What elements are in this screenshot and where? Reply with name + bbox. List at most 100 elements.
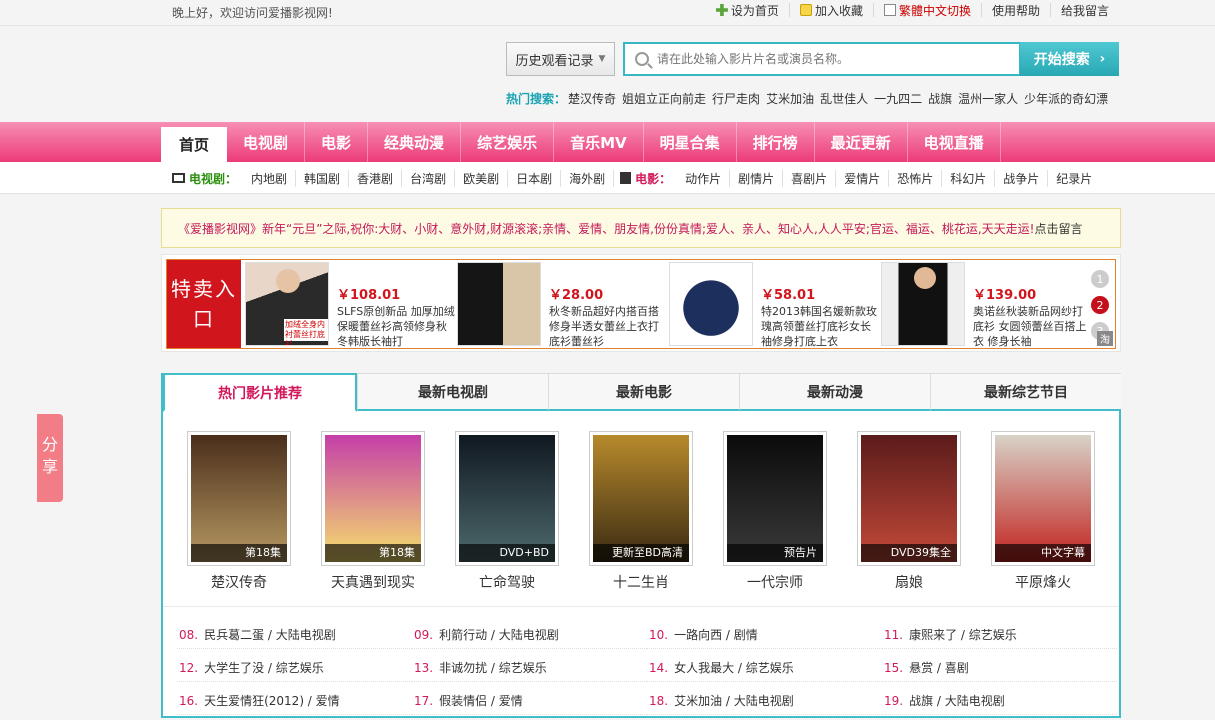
sale-product[interactable]: 加绒全身内衬蕾丝打底衫 ￥108.01 SLFS原创新品 加厚加绒保暖蕾丝衫高领修…	[245, 262, 457, 348]
hot-term[interactable]: 少年派的奇幻漂	[1024, 90, 1108, 107]
list-item[interactable]: 15. 悬赏 / 喜剧	[882, 654, 1117, 682]
poster-image: 第18集	[325, 435, 421, 562]
nav-updates[interactable]: 最近更新	[815, 122, 908, 162]
nav-anime[interactable]: 经典动漫	[368, 122, 462, 162]
subnav-tv-item[interactable]: 台湾剧	[402, 169, 456, 187]
carousel-dot[interactable]: 1	[1091, 270, 1109, 288]
movie-title: 平原烽火	[1015, 575, 1071, 591]
tab-latest-variety[interactable]: 最新综艺节目	[930, 374, 1121, 411]
subnav-film-item[interactable]: 喜剧片	[783, 169, 837, 187]
share-button[interactable]: 分享	[37, 414, 63, 502]
hot-term[interactable]: 艾米加油	[766, 90, 814, 107]
movie-card[interactable]: 更新至BD高清 十二生肖	[589, 431, 693, 592]
search-button[interactable]: 开始搜索 ›	[1020, 42, 1119, 76]
taobao-badge: 淘	[1097, 331, 1113, 346]
nav-live[interactable]: 电视直播	[908, 122, 1001, 162]
subnav-tv-item[interactable]: 海外剧	[561, 169, 615, 187]
nav-tv[interactable]: 电视剧	[227, 122, 306, 162]
nav-variety[interactable]: 综艺娱乐	[461, 122, 555, 162]
subnav-film-item[interactable]: 恐怖片	[889, 169, 943, 187]
nav-home[interactable]: 首页	[161, 127, 228, 162]
movie-poster: 第18集	[187, 431, 291, 566]
list-item[interactable]: 19. 战旗 / 大陆电视剧	[882, 687, 1117, 715]
list-item[interactable]: 12. 大学生了没 / 综艺娱乐	[177, 654, 412, 682]
list-item[interactable]: 17. 假装情侣 / 爱情	[412, 687, 647, 715]
chevron-down-icon: ▼	[598, 54, 606, 64]
poster-image: 第18集	[191, 435, 287, 562]
subnav-tv-item[interactable]: 欧美剧	[455, 169, 509, 187]
list-item[interactable]: 16. 天生爱情狂(2012) / 爱情	[177, 687, 412, 715]
carousel-dot-active[interactable]: 2	[1091, 296, 1109, 314]
subnav-tv-item[interactable]: 韩国剧	[296, 169, 350, 187]
list-item[interactable]: 11. 康熙来了 / 综艺娱乐	[882, 621, 1117, 649]
list-item[interactable]: 09. 利箭行动 / 大陆电视剧	[412, 621, 647, 649]
tab-hot-movies[interactable]: 热门影片推荐	[163, 373, 357, 412]
product-price: ￥108.01	[337, 288, 401, 303]
hot-term[interactable]: 战旗	[928, 90, 952, 107]
subnav-tv-item[interactable]: 日本剧	[508, 169, 562, 187]
movie-card[interactable]: DVD+BD 亡命驾驶	[455, 431, 559, 592]
subnav-film-item[interactable]: 剧情片	[730, 169, 784, 187]
add-favorite-link[interactable]: 加入收藏	[790, 3, 874, 18]
movie-poster: 第18集	[321, 431, 425, 566]
subnav-film-item[interactable]: 动作片	[677, 169, 731, 187]
document-icon	[883, 4, 896, 16]
hot-term[interactable]: 楚汉传奇	[568, 90, 616, 107]
product-desc: 秋冬新品超好内搭百搭修身半透女蕾丝上衣打底衫蕾丝衫	[549, 305, 659, 348]
movie-card[interactable]: DVD39集全 扇娘	[857, 431, 961, 592]
hot-term[interactable]: 一九四二	[874, 90, 922, 107]
nav-movie[interactable]: 电影	[305, 122, 369, 162]
nav-stars[interactable]: 明星合集	[644, 122, 737, 162]
notice-banner[interactable]: 《爱播影视网》新年“元旦”之际,祝你:大财、小财、意外财,财源滚滚;亲情、爱情、…	[161, 208, 1121, 248]
movie-card[interactable]: 第18集 天真遇到现实	[321, 431, 425, 592]
nav-ranking[interactable]: 排行榜	[737, 122, 815, 162]
history-dropdown[interactable]: 历史观看记录 ▼	[506, 42, 615, 76]
list-item[interactable]: 18. 艾米加油 / 大陆电视剧	[647, 687, 882, 715]
set-homepage-link[interactable]: 设为首页	[706, 3, 790, 18]
movie-card[interactable]: 中文字幕 平原烽火	[991, 431, 1095, 592]
sub-nav: 电视剧： 内地剧 韩国剧 香港剧 台湾剧 欧美剧 日本剧 海外剧 电影： 动作片…	[0, 162, 1215, 194]
product-price: ￥58.01	[761, 288, 816, 303]
hot-term[interactable]: 乱世佳人	[820, 90, 868, 107]
sale-product[interactable]: ￥139.00 奥诺丝秋装新品网纱打底衫 女圆领蕾丝百搭上衣 修身长袖	[881, 262, 1093, 348]
tab-latest-tv[interactable]: 最新电视剧	[357, 374, 548, 411]
list-item[interactable]: 10. 一路向西 / 剧情	[647, 621, 882, 649]
poster-image: 预告片	[727, 435, 823, 562]
subnav-film-item[interactable]: 科幻片	[942, 169, 996, 187]
message-link[interactable]: 给我留言	[1051, 3, 1119, 18]
product-image	[669, 262, 753, 346]
episode-badge: 第18集	[191, 544, 287, 562]
hot-term[interactable]: 行尸走肉	[712, 90, 760, 107]
search-input[interactable]	[657, 52, 1019, 66]
movie-card[interactable]: 第18集 楚汉传奇	[187, 431, 291, 592]
hot-term[interactable]: 姐姐立正向前走	[622, 90, 706, 107]
subnav-film-item[interactable]: 战争片	[995, 169, 1049, 187]
subnav-tv-item[interactable]: 内地剧	[243, 169, 297, 187]
sale-product[interactable]: ￥28.00 秋冬新品超好内搭百搭修身半透女蕾丝上衣打底衫蕾丝衫	[457, 262, 669, 348]
search-box	[623, 42, 1021, 76]
notice-link[interactable]: 点击留言	[1035, 220, 1083, 237]
movie-poster: 更新至BD高清	[589, 431, 693, 566]
poster-image: 更新至BD高清	[593, 435, 689, 562]
tab-latest-movies[interactable]: 最新电影	[548, 374, 739, 411]
film-category-label: 电影：	[635, 171, 672, 186]
help-link[interactable]: 使用帮助	[982, 3, 1051, 18]
header: 历史观看记录▼ 开始搜索 › 热门搜索： 楚汉传奇 姐姐立正向前走 行尸走肉 艾…	[0, 26, 1215, 122]
nav-music[interactable]: 音乐MV	[554, 122, 644, 162]
movie-card[interactable]: 预告片 一代宗师	[723, 431, 827, 592]
subnav-tv-item[interactable]: 香港剧	[349, 169, 403, 187]
sale-product[interactable]: ￥58.01 特2013韩国名媛新款玫瑰高领蕾丝打底衫女长袖修身打底上衣	[669, 262, 881, 348]
list-item[interactable]: 08. 民兵葛二蛋 / 大陆电视剧	[177, 621, 412, 649]
main-nav: 首页 电视剧 电影 经典动漫 综艺娱乐 音乐MV 明星合集 排行榜 最近更新 电…	[0, 122, 1215, 162]
tab-latest-anime[interactable]: 最新动漫	[739, 374, 930, 411]
traditional-chinese-link[interactable]: 繁體中文切换	[874, 3, 982, 18]
subnav-film-item[interactable]: 纪录片	[1048, 170, 1100, 187]
movie-poster: 预告片	[723, 431, 827, 566]
subnav-film-item[interactable]: 爱情片	[836, 169, 890, 187]
list-item[interactable]: 13. 非诚勿扰 / 综艺娱乐	[412, 654, 647, 682]
sale-entry[interactable]: 特卖入口	[167, 260, 241, 348]
hot-term[interactable]: 温州一家人	[958, 90, 1018, 107]
list-item[interactable]: 14. 女人我最大 / 综艺娱乐	[647, 654, 882, 682]
recommend-panel: 热门影片推荐 最新电视剧 最新电影 最新动漫 最新综艺节目 第18集 楚汉传奇 第…	[161, 373, 1121, 718]
greeting-text: 晚上好，欢迎访问爱播影视网!	[172, 6, 333, 20]
